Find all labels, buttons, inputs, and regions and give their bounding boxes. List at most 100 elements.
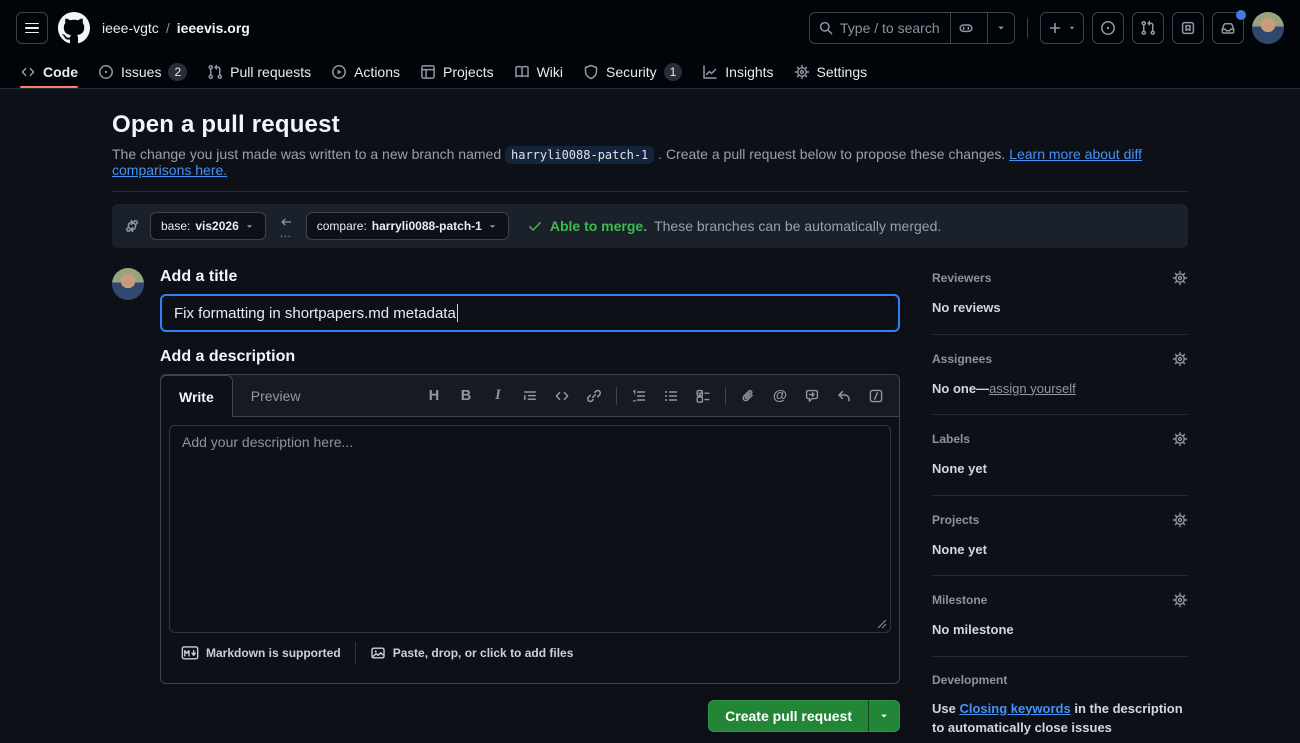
code-icon[interactable] bbox=[547, 382, 577, 410]
tab-label: Settings bbox=[817, 64, 868, 80]
slash-commands-icon[interactable] bbox=[861, 382, 891, 410]
bold-icon[interactable]: B bbox=[451, 382, 481, 410]
tab-label: Issues bbox=[121, 64, 161, 80]
markdown-editor: Write Preview H B I bbox=[160, 374, 900, 684]
user-avatar[interactable] bbox=[1252, 12, 1284, 44]
pull-requests-icon[interactable] bbox=[1132, 12, 1164, 44]
create-pr-options-caret[interactable] bbox=[868, 700, 900, 732]
toolbar-divider bbox=[616, 387, 617, 405]
resize-grip[interactable] bbox=[877, 619, 887, 629]
gear-icon[interactable] bbox=[1172, 431, 1188, 447]
markdown-note: Markdown is supported bbox=[206, 646, 341, 660]
chevron-down-icon bbox=[244, 221, 255, 232]
italic-icon[interactable]: I bbox=[483, 382, 513, 410]
base-branch-selector[interactable]: base: vis2026 bbox=[150, 212, 266, 240]
header-divider bbox=[1027, 18, 1028, 38]
graph-icon bbox=[702, 64, 718, 80]
tab-projects[interactable]: Projects bbox=[412, 56, 502, 88]
search-input[interactable]: Type / to search bbox=[809, 12, 1015, 44]
subtitle-text: The change you just made was written to … bbox=[112, 146, 501, 162]
quote-icon[interactable] bbox=[515, 382, 545, 410]
github-logo[interactable] bbox=[58, 12, 90, 44]
tab-issues[interactable]: Issues 2 bbox=[90, 56, 195, 88]
projects-section: Projects None yet bbox=[932, 510, 1188, 577]
base-branch-name: vis2026 bbox=[195, 219, 238, 233]
create-pull-request-button[interactable]: Create pull request bbox=[708, 700, 868, 732]
tab-preview[interactable]: Preview bbox=[233, 375, 319, 416]
link-icon[interactable] bbox=[579, 382, 609, 410]
assignees-section: Assignees No one—assign yourself bbox=[932, 349, 1188, 416]
subtitle-text: . Create a pull request below to propose… bbox=[658, 146, 1005, 162]
milestone-value: No milestone bbox=[932, 620, 1188, 640]
hamburger-icon[interactable] bbox=[16, 12, 48, 44]
breadcrumb-owner[interactable]: ieee-vgtc bbox=[102, 20, 159, 36]
compare-branch-selector[interactable]: compare: harryli0088-patch-1 bbox=[306, 212, 509, 240]
tab-settings[interactable]: Settings bbox=[786, 56, 876, 88]
form-column: Add a title Fix formatting in shortpaper… bbox=[160, 268, 900, 743]
tab-label: Wiki bbox=[537, 64, 563, 80]
pr-title-input[interactable]: Fix formatting in shortpapers.md metadat… bbox=[160, 294, 900, 332]
paperclip-icon[interactable] bbox=[733, 382, 763, 410]
gear-icon[interactable] bbox=[1172, 270, 1188, 286]
labels-section: Labels None yet bbox=[932, 429, 1188, 496]
title-field-label: Add a title bbox=[160, 268, 900, 286]
search-icon bbox=[818, 20, 834, 36]
markdown-icon bbox=[181, 646, 199, 660]
tab-label: Insights bbox=[725, 64, 773, 80]
tab-code[interactable]: Code bbox=[12, 56, 86, 88]
heading-icon[interactable]: H bbox=[419, 382, 449, 410]
tab-label: Security bbox=[606, 64, 657, 80]
closing-keywords-link[interactable]: Closing keywords bbox=[959, 701, 1070, 716]
divider bbox=[112, 191, 1188, 192]
range-arrow: … bbox=[278, 215, 294, 237]
markdown-supported[interactable]: Markdown is supported bbox=[181, 646, 341, 660]
copilot-icon[interactable] bbox=[950, 13, 981, 43]
check-icon bbox=[527, 218, 543, 234]
search-placeholder: Type / to search bbox=[840, 20, 944, 36]
tab-security[interactable]: Security 1 bbox=[575, 56, 690, 88]
development-text-pre: Use bbox=[932, 701, 959, 716]
labels-title: Labels bbox=[932, 432, 970, 446]
app-header: ieee-vgtc / ieeevis.org Type / to search bbox=[0, 0, 1300, 89]
branch-compare-bar: base: vis2026 … compare: harryli0088-pat… bbox=[112, 204, 1188, 248]
pr-sidebar: Reviewers No reviews Assignees No one—as… bbox=[932, 268, 1188, 743]
tab-actions[interactable]: Actions bbox=[323, 56, 408, 88]
development-value: Use Closing keywords in the description … bbox=[932, 699, 1188, 738]
tab-label: Actions bbox=[354, 64, 400, 80]
description-input[interactable]: Add your description here... bbox=[169, 425, 891, 633]
github-open-pull-request-page: ieee-vgtc / ieeevis.org Type / to search bbox=[0, 0, 1300, 743]
description-placeholder: Add your description here... bbox=[182, 434, 353, 450]
inbox-icon[interactable] bbox=[1212, 12, 1244, 44]
tab-label: Projects bbox=[443, 64, 494, 80]
breadcrumb-repo[interactable]: ieeevis.org bbox=[177, 20, 250, 36]
bookmark-icon[interactable] bbox=[1172, 12, 1204, 44]
tab-write[interactable]: Write bbox=[160, 375, 233, 417]
gear-icon[interactable] bbox=[1172, 351, 1188, 367]
cross-reference-icon[interactable] bbox=[797, 382, 827, 410]
tab-label: Pull requests bbox=[230, 64, 311, 80]
play-icon bbox=[331, 64, 347, 80]
unordered-list-icon[interactable] bbox=[656, 382, 686, 410]
tab-wiki[interactable]: Wiki bbox=[506, 56, 571, 88]
task-list-icon[interactable] bbox=[688, 382, 718, 410]
git-compare-icon bbox=[124, 218, 140, 234]
editor-tab-bar: Write Preview H B I bbox=[161, 375, 899, 417]
attach-files[interactable]: Paste, drop, or click to add files bbox=[370, 645, 574, 661]
mention-icon[interactable]: @ bbox=[765, 382, 795, 410]
gear-icon[interactable] bbox=[1172, 512, 1188, 528]
merge-status: Able to merge. These branches can be aut… bbox=[527, 218, 941, 234]
description-field-label: Add a description bbox=[160, 348, 900, 366]
git-pull-request-icon bbox=[207, 64, 223, 80]
gear-icon[interactable] bbox=[1172, 592, 1188, 608]
chevron-down-icon[interactable] bbox=[987, 13, 1014, 43]
tab-label: Code bbox=[43, 64, 78, 80]
create-new-button[interactable] bbox=[1040, 12, 1084, 44]
issues-icon[interactable] bbox=[1092, 12, 1124, 44]
numbered-list-icon[interactable] bbox=[624, 382, 654, 410]
assign-yourself-link[interactable]: assign yourself bbox=[989, 381, 1076, 396]
image-icon bbox=[370, 645, 386, 661]
tab-pull-requests[interactable]: Pull requests bbox=[199, 56, 319, 88]
reply-icon[interactable] bbox=[829, 382, 859, 410]
assignees-value: No one—assign yourself bbox=[932, 379, 1188, 399]
tab-insights[interactable]: Insights bbox=[694, 56, 781, 88]
